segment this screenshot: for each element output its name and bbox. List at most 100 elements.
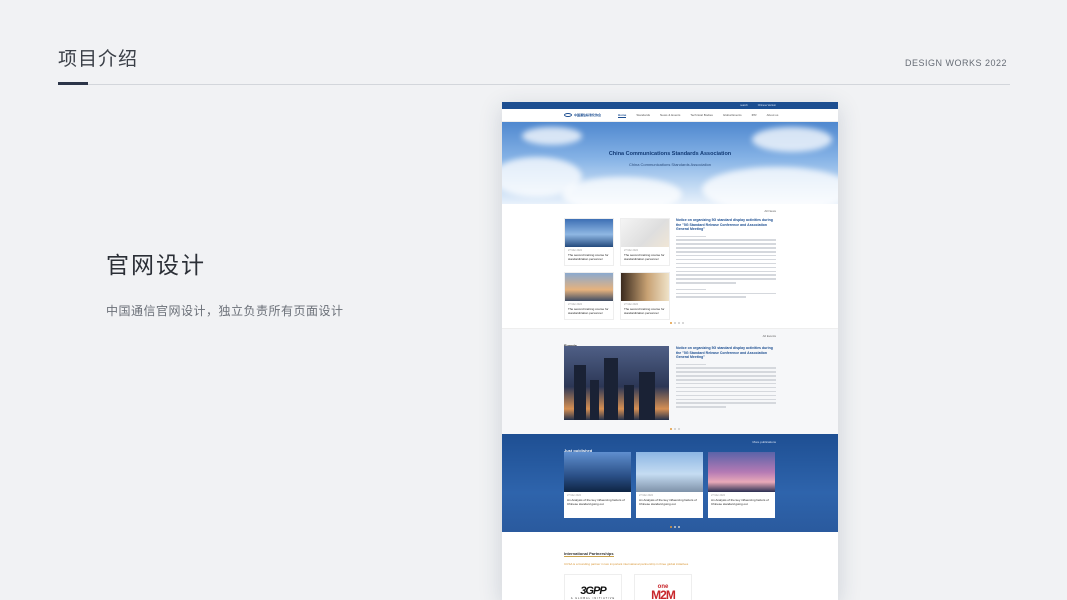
building-shape xyxy=(574,365,586,420)
building-shape xyxy=(604,358,618,420)
text-line xyxy=(676,266,776,269)
news-card-title: The second training course for standardi… xyxy=(568,253,609,261)
published-card[interactable]: 27 Mar 2022 An Analysis of the key influ… xyxy=(708,452,775,518)
nav-global-events[interactable]: Global Events xyxy=(723,113,742,118)
published-card-title: An Analysis of the key influencing facto… xyxy=(639,498,697,506)
text-line xyxy=(676,270,776,273)
news-card-image xyxy=(621,219,669,247)
events-pagination xyxy=(670,428,680,430)
cloud-shape xyxy=(522,127,582,145)
topbar-language-link[interactable]: Chinese Version xyxy=(758,104,776,107)
published-more-link[interactable]: More publications xyxy=(752,440,776,444)
partners-section: International Partnerships CCSA is a fou… xyxy=(502,532,838,600)
slide-header: 项目介绍 xyxy=(58,44,138,71)
pagination-dot[interactable] xyxy=(670,322,672,324)
text-line xyxy=(676,406,726,408)
partner-logo-onem2m[interactable]: one M2M xyxy=(634,574,692,600)
pagination-dot[interactable] xyxy=(682,322,684,324)
text-line xyxy=(676,262,776,265)
text-line xyxy=(676,371,776,373)
pagination-dot[interactable] xyxy=(670,526,672,528)
published-cards: 27 Mar 2022 An Analysis of the key influ… xyxy=(564,452,775,518)
news-card[interactable]: 27 Mar 2022 The second training course f… xyxy=(620,218,670,266)
news-card-title: The second training course for standardi… xyxy=(624,253,665,261)
nav-about[interactable]: About us xyxy=(767,113,779,118)
published-card-image xyxy=(708,452,775,492)
events-more-link[interactable]: All Events xyxy=(763,334,776,338)
news-card[interactable]: 27 Mar 2022 The second training course f… xyxy=(564,218,614,266)
news-more-link[interactable]: All News xyxy=(764,209,776,213)
nav-standards[interactable]: Standards xyxy=(636,113,650,118)
published-pagination xyxy=(670,526,680,528)
news-section: NEWS All News 27 Mar 2022 The second tra… xyxy=(502,204,838,328)
text-line xyxy=(676,398,776,401)
site-navbar: 中国通信标准化协会 Home Standards News & Events T… xyxy=(502,109,838,122)
nav-ipr[interactable]: IPR xyxy=(752,113,757,118)
news-card-date: 27 Mar 2022 xyxy=(568,249,583,252)
published-card-title: An Analysis of the key influencing facto… xyxy=(711,498,769,506)
published-card[interactable]: 27 Mar 2022 An Analysis of the key influ… xyxy=(564,452,631,518)
events-feature-image[interactable] xyxy=(564,346,669,420)
published-card-title: An Analysis of the key influencing facto… xyxy=(567,498,625,506)
text-line xyxy=(676,367,776,369)
text-line xyxy=(676,251,776,253)
pagination-dot[interactable] xyxy=(674,428,676,430)
partners-title: International Partnerships xyxy=(564,551,614,557)
pagination-dot[interactable] xyxy=(678,322,680,324)
logo-text: 中国通信标准化协会 xyxy=(574,113,602,117)
pagination-dot[interactable] xyxy=(670,428,672,430)
text-line xyxy=(676,278,776,280)
cloud-shape xyxy=(702,167,838,204)
partner-logos: 3GPP A GLOBAL INITIATIVE one M2M xyxy=(564,574,776,600)
nav-news-events[interactable]: News & Events xyxy=(660,113,680,118)
pagination-dot[interactable] xyxy=(678,428,680,430)
header-accent-bar xyxy=(58,82,88,85)
text-line xyxy=(676,402,776,404)
partners-subtitle: CCSA is a founding partner in two import… xyxy=(564,562,689,566)
news-card-date: 27 Mar 2022 xyxy=(624,249,639,252)
published-card-date: 27 Mar 2022 xyxy=(567,494,582,497)
hero-banner: China Communications Standards Associati… xyxy=(502,122,838,204)
project-description: 中国通信官网设计，独立负责所有页面设计 xyxy=(106,304,344,318)
news-feature[interactable]: Notice on organizing 5G standard display… xyxy=(676,218,776,298)
text-line xyxy=(676,390,776,393)
nav-home[interactable]: Home xyxy=(618,113,627,118)
project-heading: 官网设计 xyxy=(106,253,206,279)
logo-mark-icon xyxy=(564,113,572,117)
text-line xyxy=(676,235,706,237)
site-logo[interactable]: 中国通信标准化协会 xyxy=(564,113,618,117)
pagination-dot[interactable] xyxy=(674,526,676,528)
pagination-dot[interactable] xyxy=(674,322,676,324)
nav-items: Home Standards News & Events Technical B… xyxy=(618,113,778,118)
news-card-title: The second training course for standardi… xyxy=(568,307,609,315)
slide-title: 项目介绍 xyxy=(58,48,139,70)
news-card[interactable]: 27 Mar 2022 The second training course f… xyxy=(564,272,614,320)
text-line xyxy=(676,386,776,389)
website-mockup: search Chinese Version 中国通信标准化协会 Home St… xyxy=(502,102,838,600)
partner-logo-3gpp[interactable]: 3GPP A GLOBAL INITIATIVE xyxy=(564,574,622,600)
published-card-image xyxy=(564,452,631,492)
published-card[interactable]: 27 Mar 2022 An Analysis of the key influ… xyxy=(636,452,703,518)
events-feature[interactable]: Notice on organizing 5G standard display… xyxy=(676,346,776,408)
news-grid: 27 Mar 2022 The second training course f… xyxy=(564,218,670,320)
events-section: Events All Events Notice on organizing 5… xyxy=(502,328,838,434)
hero-subtitle: China Communications Standards Associati… xyxy=(628,162,712,167)
news-card-image xyxy=(565,219,613,247)
published-card-date: 27 Mar 2022 xyxy=(711,494,726,497)
topbar-search-link[interactable]: search xyxy=(740,104,748,107)
published-card-date: 27 Mar 2022 xyxy=(639,494,654,497)
news-card[interactable]: 27 Mar 2022 The second training course f… xyxy=(620,272,670,320)
building-shape xyxy=(639,372,655,420)
news-feature-headline: Notice on organizing 5G standard display… xyxy=(676,218,773,231)
news-card-date: 27 Mar 2022 xyxy=(568,303,583,306)
text-line xyxy=(676,292,776,295)
text-line xyxy=(676,254,776,257)
nav-technical-bodies[interactable]: Technical Bodies xyxy=(690,113,713,118)
text-line xyxy=(676,239,776,241)
text-line xyxy=(676,394,776,397)
pagination-dot[interactable] xyxy=(678,526,680,528)
logo-3gpp-tagline: A GLOBAL INITIATIVE xyxy=(570,596,616,600)
hero-title: China Communications Standards Associati… xyxy=(608,151,732,157)
header-divider xyxy=(58,84,1010,85)
cloud-shape xyxy=(562,177,682,204)
